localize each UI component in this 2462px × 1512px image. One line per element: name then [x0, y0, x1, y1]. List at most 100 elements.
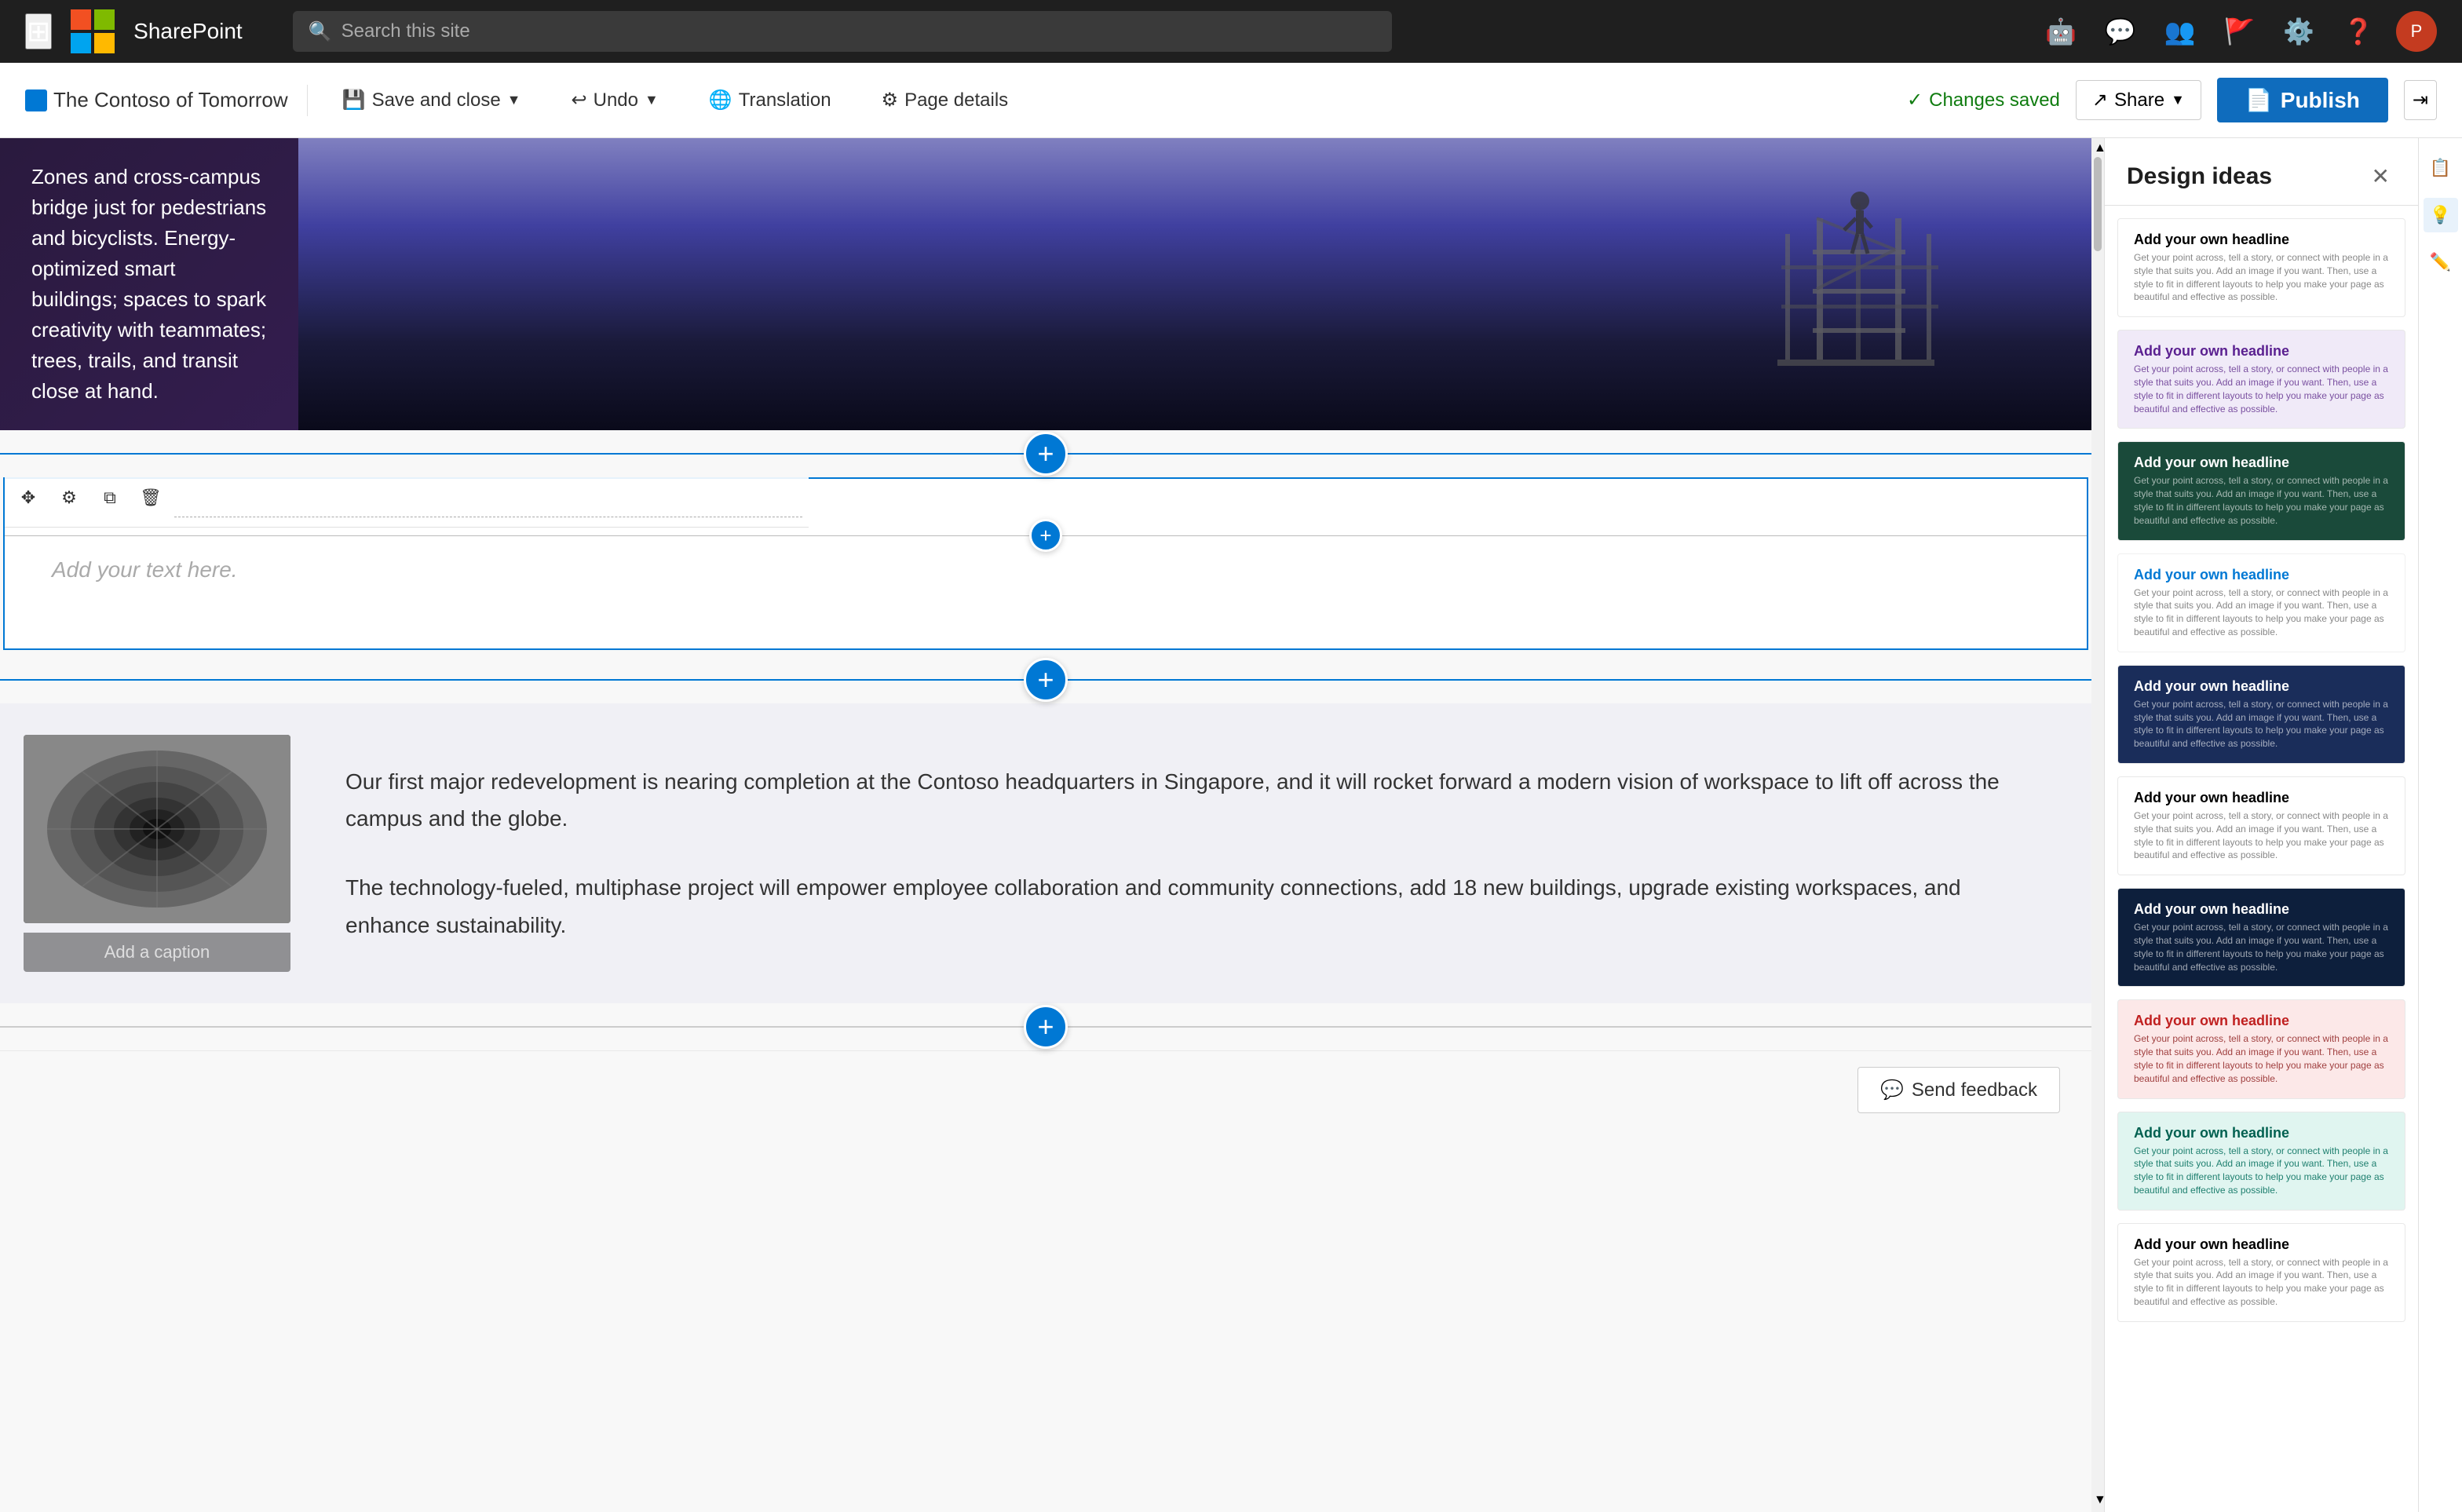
- checkmark-icon: ✓: [1907, 89, 1923, 111]
- bottom-section: Add a caption Our first major redevelopm…: [0, 703, 2091, 1003]
- duplicate-tool-button[interactable]: ⧉: [93, 480, 127, 515]
- bottom-text-column: Our first major redevelopment is nearing…: [314, 703, 2091, 1003]
- add-section-row-2: +: [0, 656, 2091, 703]
- collapse-panel-button[interactable]: ⇥: [2404, 80, 2437, 120]
- app-launcher-button[interactable]: ⊞: [25, 13, 52, 49]
- save-and-close-button[interactable]: 💾 Save and close ▼: [327, 81, 537, 119]
- hero-section: Zones and cross-campus bridge just for p…: [0, 138, 2091, 430]
- settings-icon-button[interactable]: ⚙️: [2277, 10, 2321, 53]
- undo-icon: ↩: [572, 89, 587, 111]
- dc-8-subtext: Get your point across, tell a story, or …: [2134, 1032, 2389, 1085]
- people-icon-button[interactable]: 👥: [2158, 10, 2202, 53]
- dc-9-subtext: Get your point across, tell a story, or …: [2134, 1145, 2389, 1197]
- search-icon: 🔍: [309, 20, 332, 43]
- right-sidebar-icon-1[interactable]: 📋: [2424, 151, 2458, 185]
- dc-1-subtext: Get your point across, tell a story, or …: [2134, 251, 2389, 304]
- add-section-button-3[interactable]: +: [1024, 1005, 1068, 1049]
- add-section-button-1[interactable]: +: [1024, 432, 1068, 476]
- dc-2-subtext: Get your point across, tell a story, or …: [2134, 363, 2389, 415]
- move-tool-button[interactable]: ✥: [11, 480, 46, 515]
- page-toolbar: The Contoso of Tomorrow 💾 Save and close…: [0, 63, 2462, 138]
- sharepoint-label: SharePoint: [133, 19, 243, 44]
- add-inner-section-button[interactable]: +: [1029, 519, 1062, 552]
- scroll-up-arrow[interactable]: ▲: [2094, 141, 2102, 157]
- design-card-1[interactable]: Add your own headline Get your point acr…: [2117, 218, 2405, 317]
- publish-button[interactable]: 📄 Publish: [2217, 78, 2388, 122]
- toolbar-left-group: The Contoso of Tomorrow: [25, 88, 288, 112]
- dc-5-headline: Add your own headline: [2134, 678, 2389, 695]
- dc-7-subtext: Get your point across, tell a story, or …: [2134, 921, 2389, 973]
- bottom-image-caption[interactable]: Add a caption: [24, 933, 290, 972]
- dc-10-headline: Add your own headline: [2134, 1236, 2389, 1253]
- page-scrollbar[interactable]: ▲ ▼: [2091, 138, 2104, 1512]
- dc-3-headline: Add your own headline: [2134, 455, 2389, 471]
- hero-description: Zones and cross-campus bridge just for p…: [31, 162, 267, 407]
- user-avatar[interactable]: P: [2396, 11, 2437, 52]
- design-card-4[interactable]: Add your own headline Get your point acr…: [2117, 553, 2405, 652]
- design-card-7[interactable]: Add your own headline Get your point acr…: [2117, 888, 2405, 987]
- save-icon: 💾: [342, 89, 366, 111]
- microsoft-logo[interactable]: [71, 9, 115, 53]
- add-section-button-2[interactable]: +: [1024, 658, 1068, 702]
- page-content-area[interactable]: Zones and cross-campus bridge just for p…: [0, 138, 2091, 1512]
- dc-6-headline: Add your own headline: [2134, 790, 2389, 806]
- design-card-3[interactable]: Add your own headline Get your point acr…: [2117, 441, 2405, 540]
- design-card-9[interactable]: Add your own headline Get your point acr…: [2117, 1112, 2405, 1211]
- hero-image-container: Add a caption: [298, 138, 2091, 430]
- ms-logo-green: [94, 9, 115, 30]
- design-card-10[interactable]: Add your own headline Get your point acr…: [2117, 1223, 2405, 1322]
- share-button[interactable]: ↗ Share ▼: [2076, 80, 2201, 120]
- hero-image: [298, 138, 2091, 430]
- paragraph-1: Our first major redevelopment is nearing…: [345, 763, 2044, 838]
- save-dropdown-icon: ▼: [507, 92, 521, 108]
- settings-tool-button[interactable]: ⚙: [52, 480, 86, 515]
- send-feedback-button[interactable]: 💬 Send feedback: [1857, 1067, 2060, 1113]
- scroll-down-arrow[interactable]: ▼: [2094, 1493, 2102, 1509]
- changes-saved-indicator: ✓ Changes saved: [1907, 89, 2060, 111]
- design-panel-title: Design ideas: [2127, 163, 2272, 190]
- dc-10-subtext: Get your point across, tell a story, or …: [2134, 1256, 2389, 1309]
- page-title: The Contoso of Tomorrow: [53, 88, 288, 112]
- design-cards-scroll-area[interactable]: Add your own headline Get your point acr…: [2105, 206, 2418, 1512]
- dc-8-headline: Add your own headline: [2134, 1013, 2389, 1029]
- toolbar-separator-1: [307, 85, 308, 116]
- translation-button[interactable]: 🌐 Translation: [693, 81, 847, 119]
- delete-tool-button[interactable]: 🗑: [133, 480, 168, 515]
- help-icon-button[interactable]: ❓: [2336, 10, 2380, 53]
- undo-button[interactable]: ↩ Undo ▼: [556, 81, 674, 119]
- add-section-row-3: +: [0, 1003, 2091, 1050]
- text-edit-section[interactable]: ✥ ⚙ ⧉ 🗑 + Add your text here.: [3, 477, 2088, 650]
- flag-icon-button[interactable]: 🚩: [2217, 10, 2261, 53]
- design-card-5[interactable]: Add your own headline Get your point acr…: [2117, 665, 2405, 764]
- main-area: Zones and cross-campus bridge just for p…: [0, 138, 2462, 1512]
- send-feedback-bar: 💬 Send feedback: [0, 1050, 2091, 1129]
- right-sidebar-icon-3[interactable]: ✏️: [2424, 245, 2458, 279]
- copilot-icon-button[interactable]: 🤖: [2039, 10, 2083, 53]
- share-dropdown-icon: ▼: [2171, 92, 2185, 108]
- ms-logo-red: [71, 9, 91, 30]
- design-card-2[interactable]: Add your own headline Get your point acr…: [2117, 330, 2405, 429]
- bottom-image-column: Add a caption: [0, 703, 314, 1003]
- top-navigation: ⊞ SharePoint 🔍 Search this site 🤖 💬 👥 🚩 …: [0, 0, 2462, 63]
- search-placeholder: Search this site: [342, 20, 470, 42]
- page-details-icon: ⚙: [882, 89, 899, 111]
- dc-4-subtext: Get your point across, tell a story, or …: [2134, 586, 2389, 639]
- search-bar[interactable]: 🔍 Search this site: [293, 11, 1392, 52]
- dc-6-subtext: Get your point across, tell a story, or …: [2134, 809, 2389, 862]
- chat-icon-button[interactable]: 💬: [2099, 10, 2142, 53]
- dc-9-headline: Add your own headline: [2134, 1125, 2389, 1141]
- toolbar-right-group: ✓ Changes saved ↗ Share ▼ 📄 Publish ⇥: [1907, 78, 2437, 122]
- dc-2-headline: Add your own headline: [2134, 343, 2389, 360]
- right-sidebar-design-ideas-button[interactable]: 💡: [2424, 198, 2458, 232]
- text-edit-content[interactable]: Add your text here.: [52, 557, 2040, 583]
- paragraph-2: The technology-fueled, multiphase projec…: [345, 869, 2044, 944]
- close-design-panel-button[interactable]: ✕: [2365, 160, 2396, 192]
- page-details-button[interactable]: ⚙ Page details: [866, 81, 1025, 119]
- share-icon: ↗: [2092, 89, 2108, 111]
- design-card-8[interactable]: Add your own headline Get your point acr…: [2117, 999, 2405, 1098]
- collapse-icon: ⇥: [2413, 89, 2428, 111]
- scroll-thumb[interactable]: [2094, 157, 2102, 251]
- design-card-6[interactable]: Add your own headline Get your point acr…: [2117, 776, 2405, 875]
- text-placeholder[interactable]: Add your text here.: [52, 557, 2040, 583]
- add-section-row-1: +: [0, 430, 2091, 477]
